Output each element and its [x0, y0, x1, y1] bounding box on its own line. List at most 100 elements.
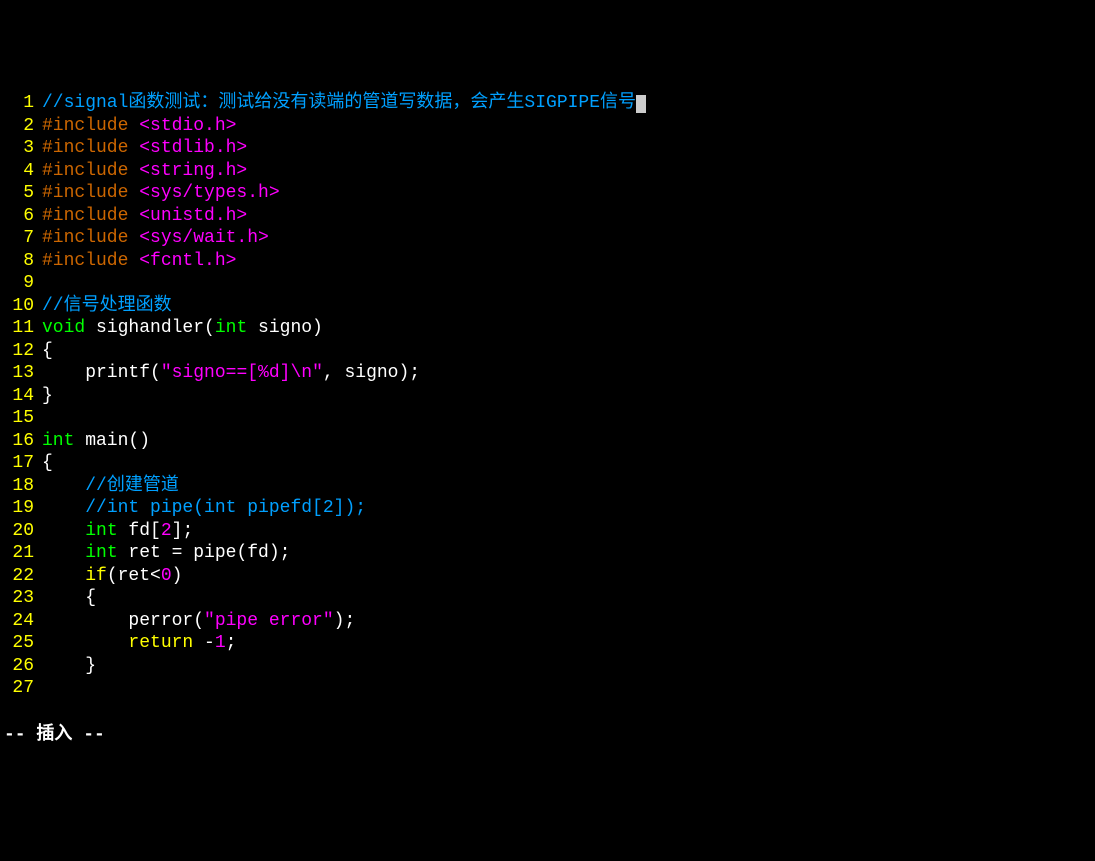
line-number: 12 — [0, 340, 42, 363]
code-content[interactable]: return -1; — [42, 632, 236, 655]
code-token: \n — [290, 363, 312, 383]
code-token: ; — [226, 633, 237, 653]
code-token: 0 — [161, 566, 172, 586]
code-token: fd[ — [118, 521, 161, 541]
line-number: 21 — [0, 542, 42, 565]
code-line[interactable]: 23 { — [0, 587, 1095, 610]
code-content[interactable]: //signal函数测试：测试给没有读端的管道写数据，会产生SIGPIPE信号 — [42, 92, 646, 115]
line-number: 7 — [0, 227, 42, 250]
code-content[interactable]: { — [42, 587, 96, 610]
line-number: 15 — [0, 407, 42, 430]
code-content[interactable]: if(ret<0) — [42, 565, 182, 588]
code-line[interactable]: 9 — [0, 272, 1095, 295]
code-line[interactable]: 14} — [0, 385, 1095, 408]
code-token: if — [85, 566, 107, 586]
code-content[interactable]: } — [42, 385, 53, 408]
line-number: 13 — [0, 362, 42, 385]
code-line[interactable]: 25 return -1; — [0, 632, 1095, 655]
code-content[interactable]: void sighandler(int signo) — [42, 317, 323, 340]
code-content[interactable]: #include <stdlib.h> — [42, 137, 247, 160]
code-content[interactable]: //信号处理函数 — [42, 295, 172, 318]
code-content[interactable]: #include <string.h> — [42, 160, 247, 183]
code-token: <sys/wait.h> — [139, 228, 269, 248]
line-number: 19 — [0, 497, 42, 520]
code-token: //signal函数测试：测试给没有读端的管道写数据，会产生SIGPIPE信号 — [42, 93, 636, 113]
code-line[interactable]: 3#include <stdlib.h> — [0, 137, 1095, 160]
code-content[interactable]: #include <sys/types.h> — [42, 182, 280, 205]
code-token: return — [128, 633, 193, 653]
code-line[interactable]: 19 //int pipe(int pipefd[2]); — [0, 497, 1095, 520]
code-token: { — [42, 453, 53, 473]
code-token: "signo==[%d] — [161, 363, 291, 383]
line-number: 23 — [0, 587, 42, 610]
code-token — [42, 543, 85, 563]
code-line[interactable]: 20 int fd[2]; — [0, 520, 1095, 543]
code-line[interactable]: 8#include <fcntl.h> — [0, 250, 1095, 273]
code-content[interactable]: #include <unistd.h> — [42, 205, 247, 228]
status-line: -- 插入 -- — [0, 724, 1095, 747]
code-token: #include — [42, 138, 139, 158]
code-token: 1 — [215, 633, 226, 653]
code-content[interactable]: #include <sys/wait.h> — [42, 227, 269, 250]
line-number: 8 — [0, 250, 42, 273]
code-token: ]; — [172, 521, 194, 541]
line-number: 10 — [0, 295, 42, 318]
code-line[interactable]: 15 — [0, 407, 1095, 430]
code-line[interactable]: 18 //创建管道 — [0, 475, 1095, 498]
code-line[interactable]: 13 printf("signo==[%d]\n", signo); — [0, 362, 1095, 385]
code-token: #include — [42, 161, 139, 181]
code-token: #include — [42, 251, 139, 271]
code-token — [42, 566, 85, 586]
code-content[interactable]: int main() — [42, 430, 150, 453]
code-token: " — [312, 363, 323, 383]
code-token: { — [42, 588, 96, 608]
code-content[interactable]: { — [42, 340, 53, 363]
line-number: 17 — [0, 452, 42, 475]
code-token — [42, 476, 85, 496]
code-content[interactable]: //创建管道 — [42, 475, 179, 498]
code-token: sighandler( — [85, 318, 215, 338]
code-content[interactable]: } — [42, 655, 96, 678]
code-editor[interactable]: 1//signal函数测试：测试给没有读端的管道写数据，会产生SIGPIPE信号… — [0, 92, 1095, 700]
code-line[interactable]: 6#include <unistd.h> — [0, 205, 1095, 228]
code-content[interactable]: #include <stdio.h> — [42, 115, 236, 138]
code-line[interactable]: 22 if(ret<0) — [0, 565, 1095, 588]
code-line[interactable]: 10//信号处理函数 — [0, 295, 1095, 318]
code-content[interactable]: //int pipe(int pipefd[2]); — [42, 497, 366, 520]
code-token: <string.h> — [139, 161, 247, 181]
line-number: 20 — [0, 520, 42, 543]
cursor-icon — [636, 95, 646, 113]
code-token: - — [193, 633, 215, 653]
code-line[interactable]: 2#include <stdio.h> — [0, 115, 1095, 138]
code-line[interactable]: 17{ — [0, 452, 1095, 475]
code-content[interactable]: { — [42, 452, 53, 475]
line-number: 14 — [0, 385, 42, 408]
code-content[interactable]: printf("signo==[%d]\n", signo); — [42, 362, 420, 385]
code-token: #include — [42, 228, 139, 248]
code-line[interactable]: 21 int ret = pipe(fd); — [0, 542, 1095, 565]
code-token: int — [85, 521, 117, 541]
code-token: int — [42, 431, 74, 451]
line-number: 1 — [0, 92, 42, 115]
code-line[interactable]: 7#include <sys/wait.h> — [0, 227, 1095, 250]
line-number: 16 — [0, 430, 42, 453]
code-line[interactable]: 26 } — [0, 655, 1095, 678]
code-line[interactable]: 4#include <string.h> — [0, 160, 1095, 183]
line-number: 27 — [0, 677, 42, 700]
code-line[interactable]: 27 — [0, 677, 1095, 700]
code-line[interactable]: 11void sighandler(int signo) — [0, 317, 1095, 340]
code-line[interactable]: 5#include <sys/types.h> — [0, 182, 1095, 205]
code-content[interactable]: int fd[2]; — [42, 520, 193, 543]
code-token: #include — [42, 206, 139, 226]
code-content[interactable]: #include <fcntl.h> — [42, 250, 236, 273]
code-token: main() — [74, 431, 150, 451]
code-token: <stdlib.h> — [139, 138, 247, 158]
line-number: 9 — [0, 272, 42, 295]
code-token — [42, 498, 85, 518]
code-token: int — [85, 543, 117, 563]
code-line[interactable]: 1//signal函数测试：测试给没有读端的管道写数据，会产生SIGPIPE信号 — [0, 92, 1095, 115]
code-line[interactable]: 12{ — [0, 340, 1095, 363]
code-line[interactable]: 16int main() — [0, 430, 1095, 453]
code-token: { — [42, 341, 53, 361]
code-content[interactable]: int ret = pipe(fd); — [42, 542, 290, 565]
